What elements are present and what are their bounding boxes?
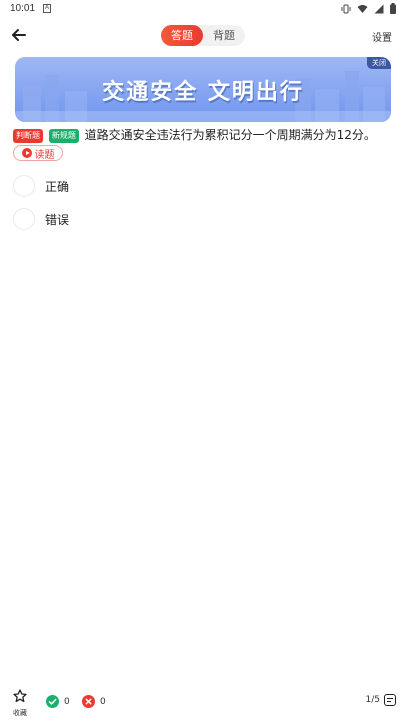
tab-memorize[interactable]: 背题	[203, 25, 245, 46]
option-radio	[13, 208, 35, 230]
option-correct[interactable]: 正确	[13, 173, 393, 199]
wrong-count: 0	[100, 696, 106, 707]
progress-text: 1/5	[365, 695, 380, 705]
settings-button[interactable]: 设置	[372, 29, 392, 44]
wifi-icon	[357, 4, 368, 13]
favorite-button[interactable]: 收藏	[10, 688, 30, 718]
question-type-badge: 判断题	[13, 129, 43, 143]
answer-sheet-icon	[384, 694, 396, 706]
promo-banner[interactable]: 交通安全 文明出行 关闭	[15, 57, 391, 122]
signal-icon	[374, 4, 384, 13]
notification-icon: A	[43, 4, 51, 13]
star-icon	[13, 689, 27, 703]
play-icon	[21, 148, 32, 158]
read-question-label: 读题	[34, 149, 55, 161]
vibrate-icon	[341, 4, 351, 13]
bottom-bar: 收藏 0 0 1/5	[0, 683, 406, 723]
option-label: 错误	[45, 212, 70, 227]
option-wrong[interactable]: 错误	[13, 206, 393, 232]
x-circle-icon	[82, 695, 95, 708]
question-text: 道路交通安全违法行为累积记分一个周期满分为12分。	[84, 128, 376, 142]
battery-icon	[390, 3, 396, 14]
question-progress-button[interactable]: 1/5	[366, 694, 396, 706]
option-radio	[13, 175, 35, 197]
banner-close-button[interactable]: 关闭	[367, 57, 391, 69]
mode-tabs: 答题 背题	[161, 25, 245, 46]
status-bar: 10:01 A	[0, 0, 406, 18]
back-button[interactable]	[9, 25, 29, 45]
correct-counter: 0	[46, 695, 70, 708]
top-bar: 答题 背题 设置	[0, 20, 406, 52]
favorite-label: 收藏	[13, 709, 27, 717]
arrow-left-icon	[12, 29, 26, 41]
option-label: 正确	[45, 179, 70, 194]
check-circle-icon	[46, 695, 59, 708]
correct-count: 0	[64, 696, 70, 707]
banner-slogan: 交通安全 文明出行	[102, 79, 304, 105]
status-icons	[341, 3, 396, 14]
status-time: 10:01	[10, 3, 36, 14]
tab-answer[interactable]: 答题	[161, 25, 203, 46]
question-block: 判断题 新规题 道路交通安全违法行为累积记分一个周期满分为12分。	[13, 127, 395, 144]
new-rule-badge: 新规题	[48, 129, 79, 143]
wrong-counter: 0	[82, 695, 106, 708]
read-question-button[interactable]: 读题	[13, 145, 63, 161]
